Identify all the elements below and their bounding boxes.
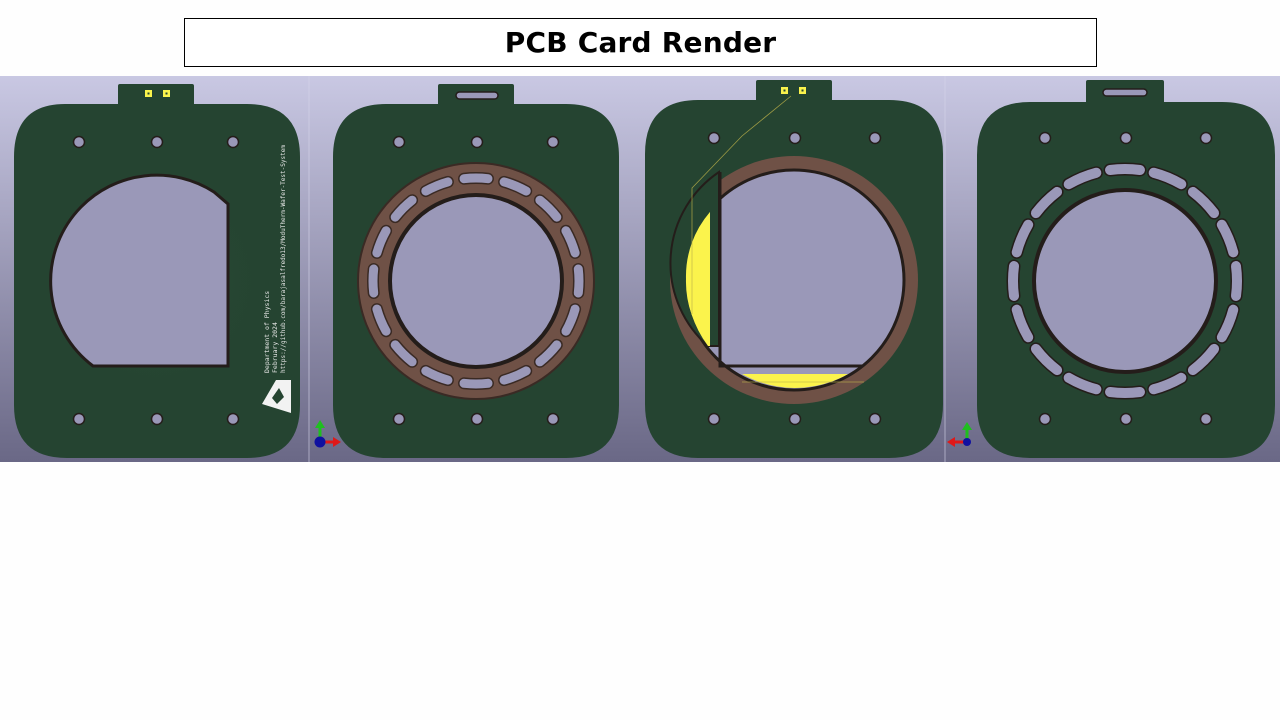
slot <box>1105 164 1145 176</box>
silkscreen-dept: Department of Physics <box>263 291 271 373</box>
slot <box>1105 386 1145 398</box>
slot <box>1102 88 1148 97</box>
mounting-hole <box>72 412 86 426</box>
title-box: PCB Card Render <box>184 18 1097 67</box>
mounting-hole <box>707 412 721 426</box>
slot <box>455 91 499 100</box>
mounting-hole <box>150 135 164 149</box>
mounting-hole <box>868 131 882 145</box>
wafer-cutout <box>388 193 564 369</box>
mounting-hole <box>392 135 406 149</box>
slot <box>573 264 584 298</box>
slot <box>459 173 493 184</box>
slot <box>1007 261 1019 301</box>
wafer-cutout <box>1032 188 1218 374</box>
mounting-hole <box>1119 412 1133 426</box>
mounting-hole <box>226 135 240 149</box>
slot <box>459 378 493 389</box>
mounting-hole <box>1199 131 1213 145</box>
page-title: PCB Card Render <box>504 26 777 59</box>
mounting-hole <box>470 135 484 149</box>
pcb-view-2 <box>333 84 619 458</box>
pcb-view-3 <box>645 80 943 458</box>
pcb-render-strip: Department of Physics February 2024 http… <box>0 76 1280 462</box>
mounting-hole <box>1038 131 1052 145</box>
mounting-hole <box>788 412 802 426</box>
pcb-view-4 <box>977 80 1275 458</box>
mounting-hole <box>546 135 560 149</box>
mounting-hole <box>1199 412 1213 426</box>
slot <box>368 264 379 298</box>
mounting-hole <box>1119 131 1133 145</box>
slot <box>1231 261 1243 301</box>
mounting-hole <box>707 131 721 145</box>
pcb-view-1: Department of Physics February 2024 http… <box>14 84 300 458</box>
silkscreen-date: February 2024 <box>271 322 279 373</box>
silkscreen-url: https://github.com/barajasalfredo13/Modu… <box>279 145 287 373</box>
mounting-hole <box>1038 412 1052 426</box>
mounting-hole <box>868 412 882 426</box>
mounting-hole <box>392 412 406 426</box>
mounting-hole <box>788 131 802 145</box>
mounting-hole <box>546 412 560 426</box>
mounting-hole <box>226 412 240 426</box>
mounting-hole <box>150 412 164 426</box>
mounting-hole <box>470 412 484 426</box>
mounting-hole <box>72 135 86 149</box>
